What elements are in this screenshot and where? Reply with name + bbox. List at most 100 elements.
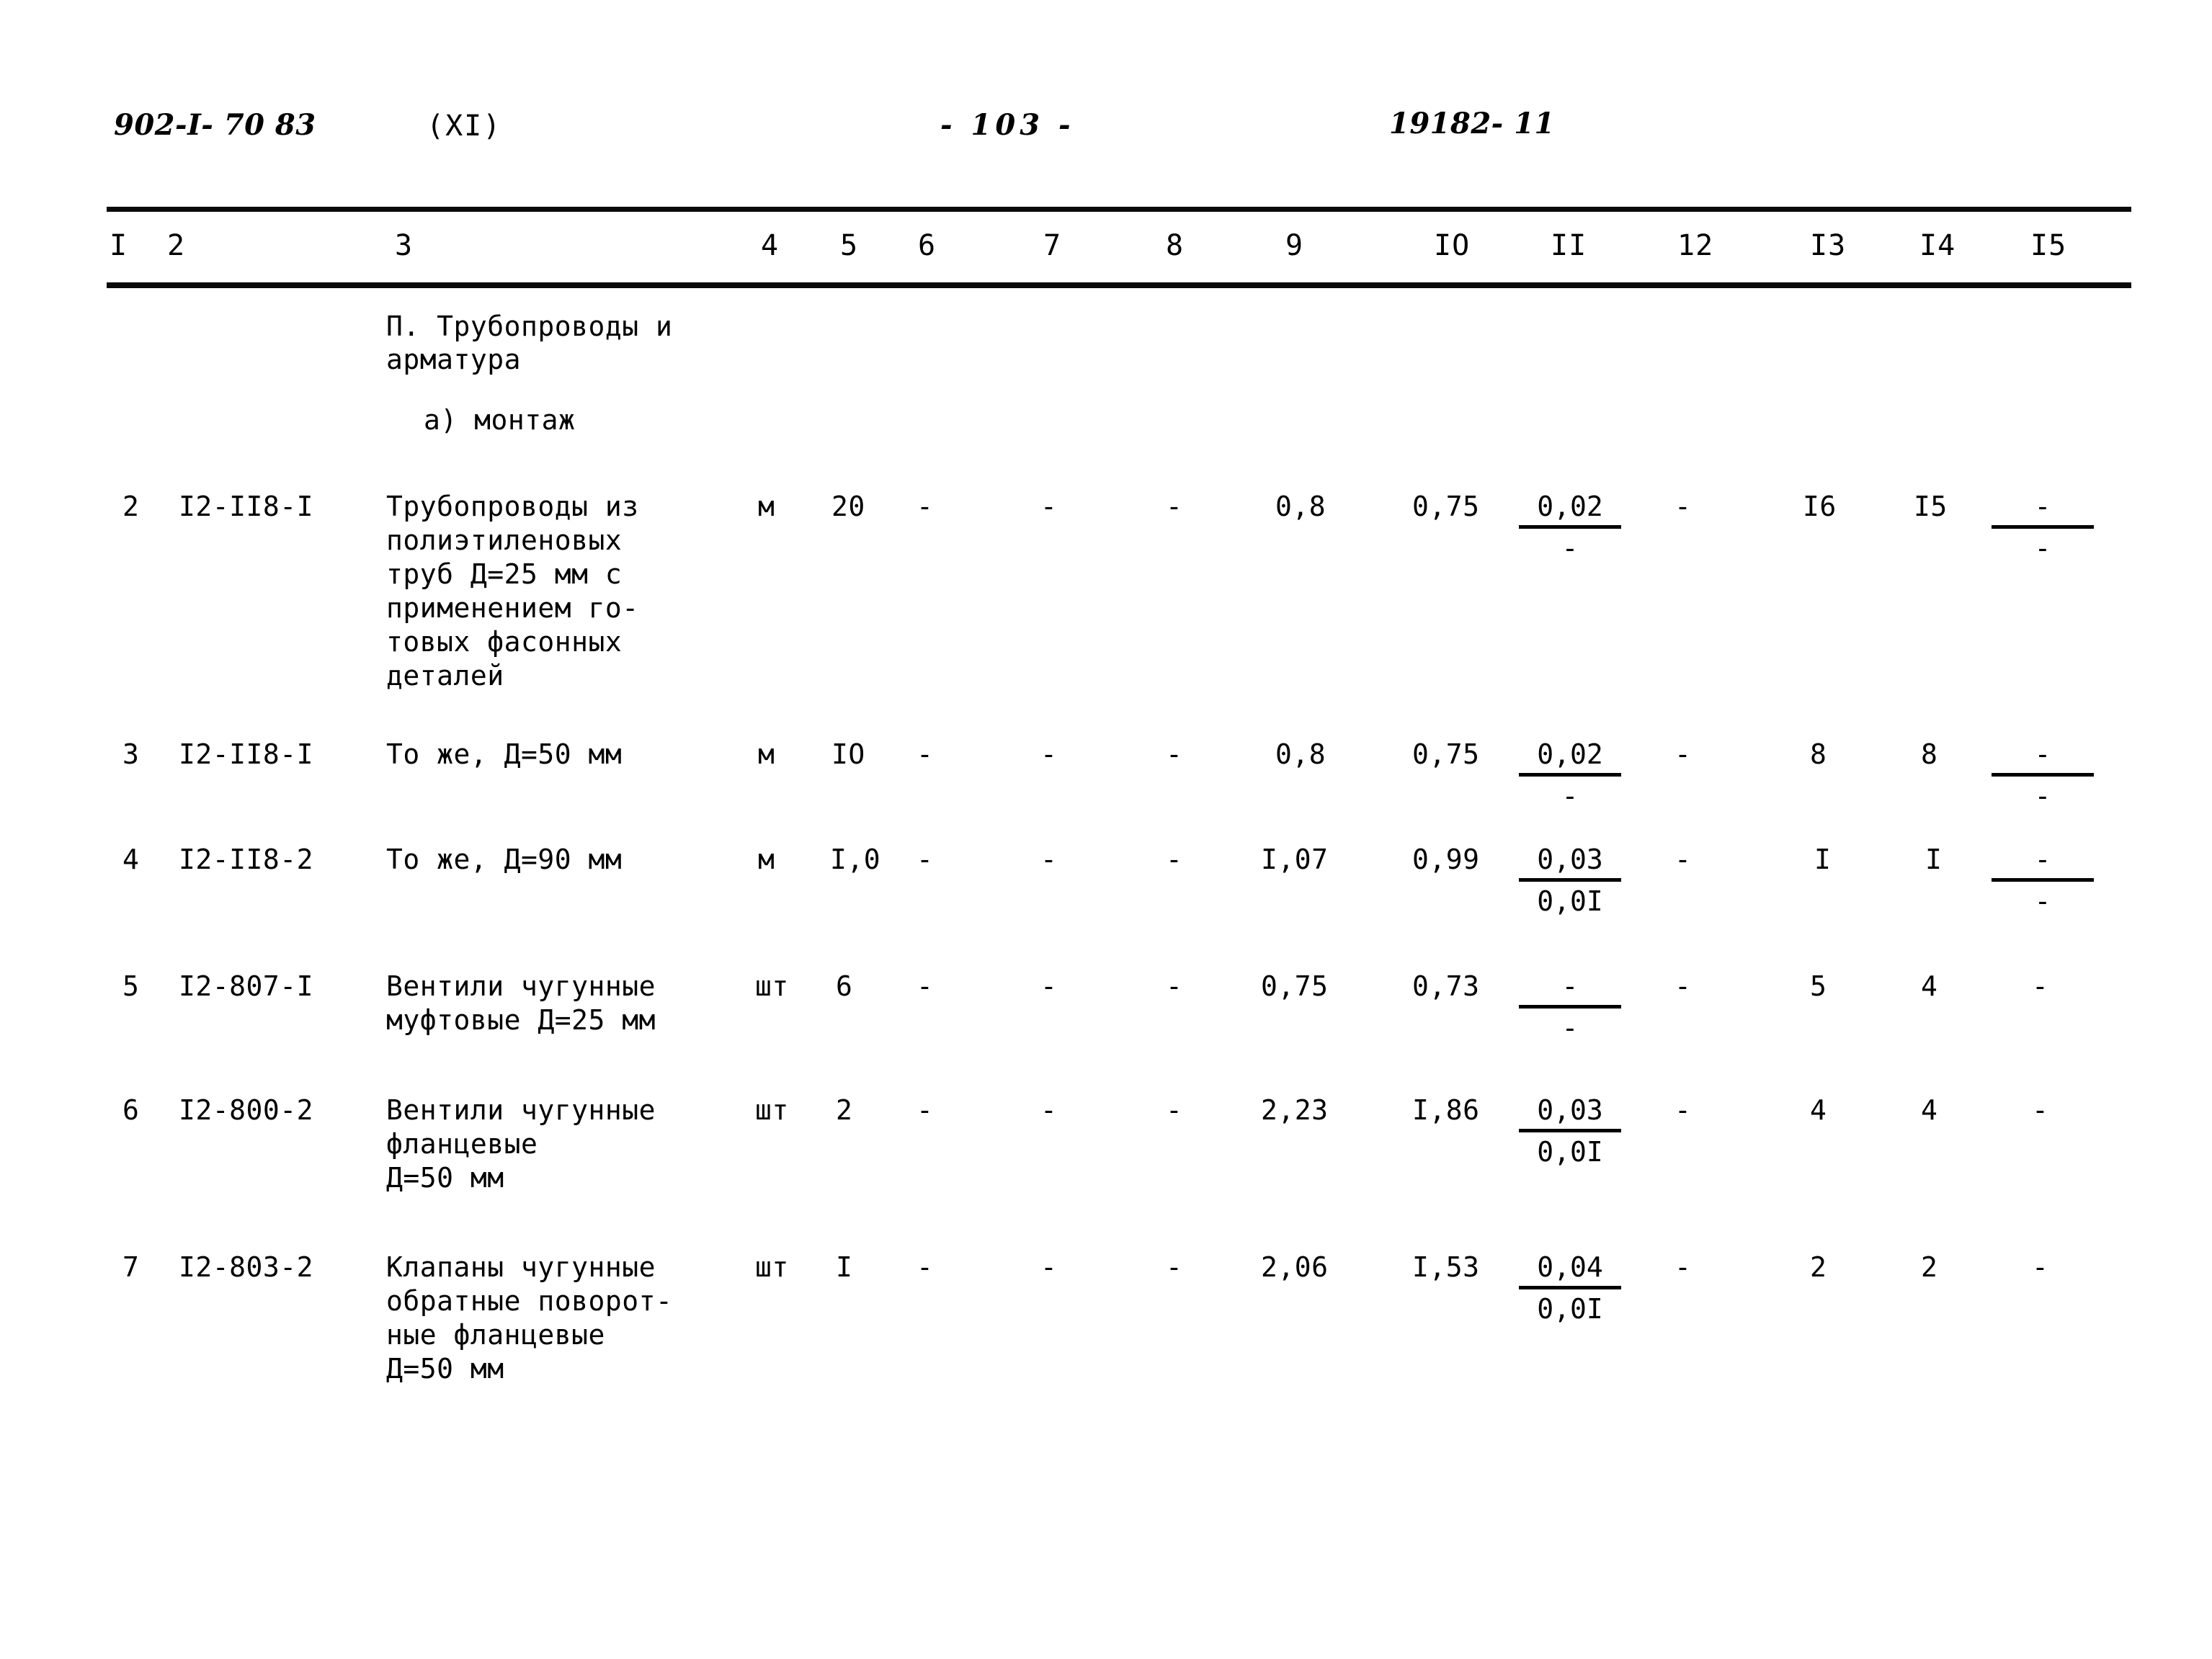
column-number-3: 3 <box>395 229 414 262</box>
column-number-9: 9 <box>1285 229 1304 262</box>
row-number: 3 <box>122 738 140 770</box>
column-15-fraction: - - <box>1989 738 2097 813</box>
column-number-4: 4 <box>761 229 780 262</box>
column-number-15: I5 <box>2030 229 2067 262</box>
table-top-rule <box>107 207 2131 212</box>
column-11-denominator: 0,0I <box>1537 1293 1603 1325</box>
column-12-value: - <box>1674 1251 1692 1283</box>
column-6-value: - <box>917 970 934 1002</box>
row-number: 2 <box>122 491 140 522</box>
row-number: 4 <box>122 844 140 875</box>
fraction-bar <box>1519 878 1621 882</box>
fraction-bar <box>1992 878 2094 882</box>
column-number-13: I3 <box>1810 229 1847 262</box>
row-number: 5 <box>122 970 140 1002</box>
column-number-8: 8 <box>1166 229 1185 262</box>
norm-code: I2-800-2 <box>179 1094 314 1126</box>
column-14-value: 4 <box>1921 1094 1938 1126</box>
column-number-2: 2 <box>167 229 186 262</box>
column-8-value: - <box>1166 738 1183 770</box>
column-12-value: - <box>1674 491 1692 522</box>
column-6-value: - <box>917 1094 934 1126</box>
column-7-value: - <box>1040 970 1058 1002</box>
unit-of-measure: м <box>758 738 775 770</box>
norm-code: I2-803-2 <box>179 1251 314 1283</box>
column-11-fraction: 0,04 0,0I <box>1516 1251 1624 1326</box>
column-14-value: 8 <box>1921 738 1938 770</box>
work-description: То же, Д=50 мм <box>386 738 623 770</box>
work-description: То же, Д=90 мм <box>386 844 623 875</box>
fraction-bar <box>1519 525 1621 529</box>
column-15-fraction: - - <box>1989 490 2097 565</box>
norm-code: I2-II8-I <box>179 738 314 770</box>
subsection-heading: а) монтаж <box>424 404 576 436</box>
document-code: 902-I- 70 83 <box>114 108 316 142</box>
column-11-denominator: 0,0I <box>1537 885 1603 917</box>
column-11-denominator: 0,0I <box>1537 1136 1603 1168</box>
column-7-value: - <box>1040 1094 1058 1126</box>
column-9-value: 2,06 <box>1261 1251 1329 1283</box>
column-11-numerator: 0,02 <box>1537 491 1603 522</box>
fraction-bar <box>1992 525 2094 529</box>
work-description: Трубопроводы из полиэтиленовых труб Д=25… <box>386 491 639 692</box>
column-13-value: I6 <box>1803 491 1837 522</box>
unit-of-measure: шт <box>755 1251 789 1283</box>
column-14-value: 4 <box>1921 970 1938 1002</box>
table-header-bottom-rule <box>107 282 2131 288</box>
column-11-numerator: 0,02 <box>1537 738 1603 770</box>
column-11-denominator: - <box>1561 1012 1579 1044</box>
column-14-value: 2 <box>1921 1251 1938 1283</box>
column-10-value: 0,99 <box>1412 844 1480 875</box>
column-15-fraction: - - <box>1989 843 2097 918</box>
unit-of-measure: шт <box>755 970 789 1002</box>
column-15-denominator: - <box>2034 532 2051 564</box>
row-number: 7 <box>122 1251 140 1283</box>
norm-code: I2-807-I <box>179 970 314 1002</box>
column-12-value: - <box>1674 970 1692 1002</box>
column-8-value: - <box>1166 491 1183 522</box>
column-15-value: - <box>2032 1251 2049 1283</box>
column-9-value: 2,23 <box>1261 1094 1329 1126</box>
column-11-fraction: 0,03 0,0I <box>1516 1094 1624 1169</box>
column-6-value: - <box>917 844 934 875</box>
quantity: 2 <box>836 1094 853 1126</box>
fraction-bar <box>1992 773 2094 777</box>
column-11-numerator: 0,04 <box>1537 1251 1603 1283</box>
work-description: Вентили чугунные фланцевые Д=50 мм <box>386 1094 656 1194</box>
column-8-value: - <box>1166 970 1183 1002</box>
quantity: IO <box>831 738 865 770</box>
column-11-fraction: 0,02 - <box>1516 738 1624 813</box>
column-10-value: 0,75 <box>1412 738 1480 770</box>
column-11-fraction: 0,03 0,0I <box>1516 843 1624 918</box>
sheet-reference-code: 19182- 11 <box>1389 107 1555 140</box>
column-9-value: I,07 <box>1261 844 1329 875</box>
column-15-numerator: - <box>2034 844 2051 875</box>
column-13-value: 5 <box>1810 970 1827 1002</box>
column-11-numerator: - <box>1561 970 1579 1002</box>
fraction-bar <box>1519 773 1621 777</box>
row-number: 6 <box>122 1094 140 1126</box>
column-13-value: I <box>1814 844 1832 875</box>
column-6-value: - <box>917 1251 934 1283</box>
column-number-1: I <box>110 229 128 262</box>
column-11-numerator: 0,03 <box>1537 1094 1603 1126</box>
column-11-numerator: 0,03 <box>1537 844 1603 875</box>
quantity: 20 <box>831 491 865 522</box>
column-12-value: - <box>1674 844 1692 875</box>
fraction-bar <box>1519 1005 1621 1009</box>
unit-of-measure: м <box>758 844 775 875</box>
column-12-value: - <box>1674 1094 1692 1126</box>
column-number-row: I 2 3 4 5 6 7 8 9 IO II 12 I3 I4 I5 <box>0 229 2212 272</box>
column-12-value: - <box>1674 738 1692 770</box>
column-11-fraction: 0,02 - <box>1516 490 1624 565</box>
column-15-numerator: - <box>2034 491 2051 522</box>
page-number: - 103 - <box>940 108 1075 142</box>
fraction-bar <box>1519 1286 1621 1289</box>
column-8-value: - <box>1166 844 1183 875</box>
column-11-denominator: - <box>1561 780 1579 812</box>
column-9-value: 0,75 <box>1261 970 1329 1002</box>
page-header: 902-I- 70 83 (XI) - 103 - 19182- 11 <box>0 107 2212 166</box>
column-number-7: 7 <box>1043 229 1062 262</box>
work-description: Клапаны чугунные обратные поворот- ные ф… <box>386 1251 673 1385</box>
quantity: 6 <box>836 970 853 1002</box>
